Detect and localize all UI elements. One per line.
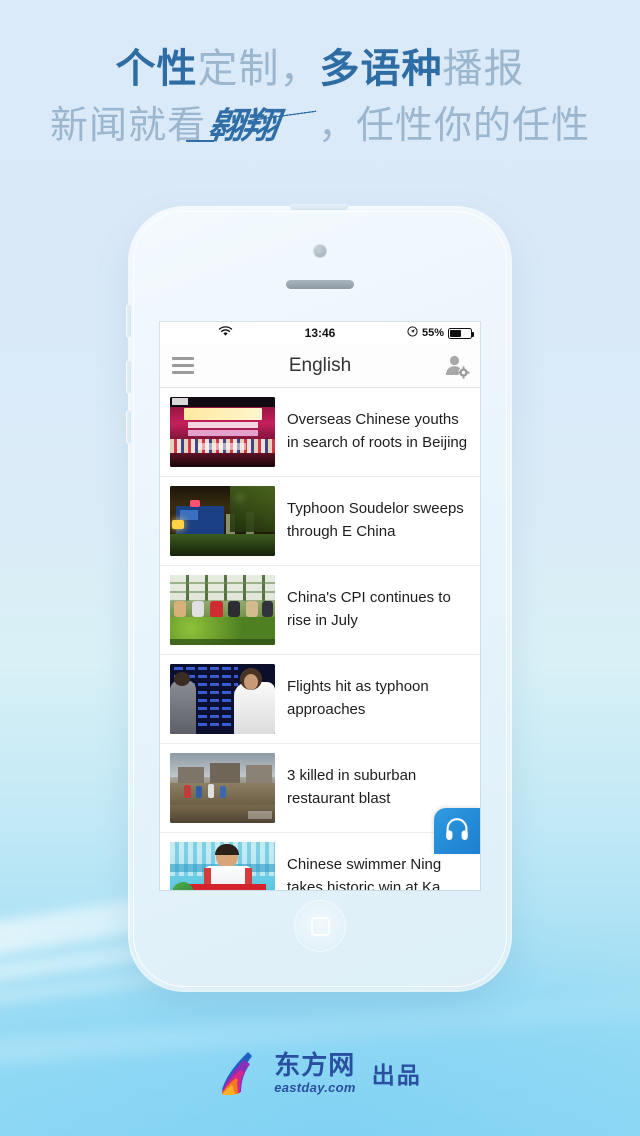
news-title: Chinese swimmer Ning takes historic win … (287, 856, 442, 890)
promo-text-segment: 播报 (442, 46, 525, 92)
list-item[interactable]: Flights hit as typhoon approaches (160, 655, 480, 744)
home-square-icon (310, 916, 330, 936)
list-item[interactable]: Overseas Chinese youths in search of roo… (160, 388, 480, 477)
phone-screen: 13:46 55% English Overseas Chinese youth… (160, 322, 480, 890)
app-brand-wordmark: 翱翔 (185, 106, 287, 148)
promo-text-segment: 多语种 (319, 46, 443, 92)
vegetable-market-photo (170, 575, 275, 645)
home-button[interactable] (294, 900, 346, 952)
promo-text-suffix: 任性你的任性 (356, 103, 591, 148)
night-rescue-truck-photo (170, 486, 275, 556)
audio-playback-button[interactable] (434, 808, 480, 854)
news-title: Flights hit as typhoon approaches (287, 678, 429, 718)
list-item[interactable]: Typhoon Soudelor sweeps through E China (160, 477, 480, 566)
ringer-switch[interactable] (126, 304, 132, 338)
hamburger-bar (172, 357, 194, 360)
hamburger-bar (172, 371, 194, 374)
airport-departure-board-photo (170, 664, 275, 734)
news-title: China's CPI continues to rise in July (287, 589, 451, 629)
promo-headline: 个性定制，多语种播报 新闻就看 翱翔 ，任性你的任性 (0, 46, 640, 149)
status-bar: 13:46 55% (160, 322, 480, 344)
promo-text-comma: ， (318, 103, 357, 148)
logo-suffix: 出品 (371, 1063, 422, 1089)
hamburger-bar (172, 364, 194, 367)
eastday-logo-text: 东方网 eastday.com (274, 1053, 356, 1094)
eastday-swoosh-logo (218, 1050, 262, 1096)
footer-branding: 东方网 eastday.com 出品 (0, 1050, 640, 1096)
location-services-icon (407, 326, 418, 340)
promo-text-segment: ， (279, 46, 320, 92)
headphones-icon (443, 815, 471, 848)
power-button[interactable] (290, 204, 348, 210)
front-camera (313, 244, 327, 258)
promo-headline-line-1: 个性定制，多语种播报 (0, 46, 640, 93)
app-nav-bar: English (160, 344, 480, 388)
status-bar-right: 55% (407, 326, 474, 340)
list-item[interactable]: Chinese swimmer Ning takes historic win … (160, 833, 480, 890)
phone-mockup: 13:46 55% English Overseas Chinese youth… (126, 204, 510, 990)
list-item[interactable]: China's CPI continues to rise in July (160, 566, 480, 655)
account-settings-icon[interactable] (442, 352, 470, 380)
brand-name-text: 翱翔 (205, 106, 279, 148)
battery-fill (450, 329, 461, 337)
nav-title: English (288, 354, 352, 376)
battery-percent-label: 55% (421, 327, 444, 339)
battery-icon (448, 327, 474, 339)
volume-up-button[interactable] (126, 360, 132, 394)
logo-domain: eastday.com (274, 1079, 356, 1095)
promo-text-segment: 个性 (115, 46, 198, 92)
news-title: Overseas Chinese youths in search of roo… (287, 411, 468, 451)
news-title: Typhoon Soudelor sweeps through E China (287, 500, 464, 540)
promo-text-prefix: 新闻就看 (49, 103, 206, 148)
stage-event-photo (170, 397, 275, 467)
news-list[interactable]: Overseas Chinese youths in search of roo… (160, 388, 480, 890)
promo-text-segment: 定制 (197, 46, 280, 92)
blast-rubble-photo (170, 753, 275, 823)
promo-headline-line-2: 新闻就看 翱翔 ，任性你的任性 (0, 103, 640, 148)
logo-chinese-name: 东方网 (274, 1050, 356, 1081)
swimmer-flag-photo (170, 842, 275, 890)
app-promo-poster: 个性定制，多语种播报 新闻就看 翱翔 ，任性你的任性 13:46 55% Eng… (0, 0, 640, 1136)
brand-underline (185, 140, 215, 143)
earpiece-speaker (286, 280, 354, 289)
hamburger-menu-icon[interactable] (172, 357, 194, 374)
list-item[interactable]: 3 killed in suburban restaurant blast (160, 744, 480, 833)
volume-down-button[interactable] (126, 410, 132, 444)
news-title: 3 killed in suburban restaurant blast (287, 767, 417, 807)
